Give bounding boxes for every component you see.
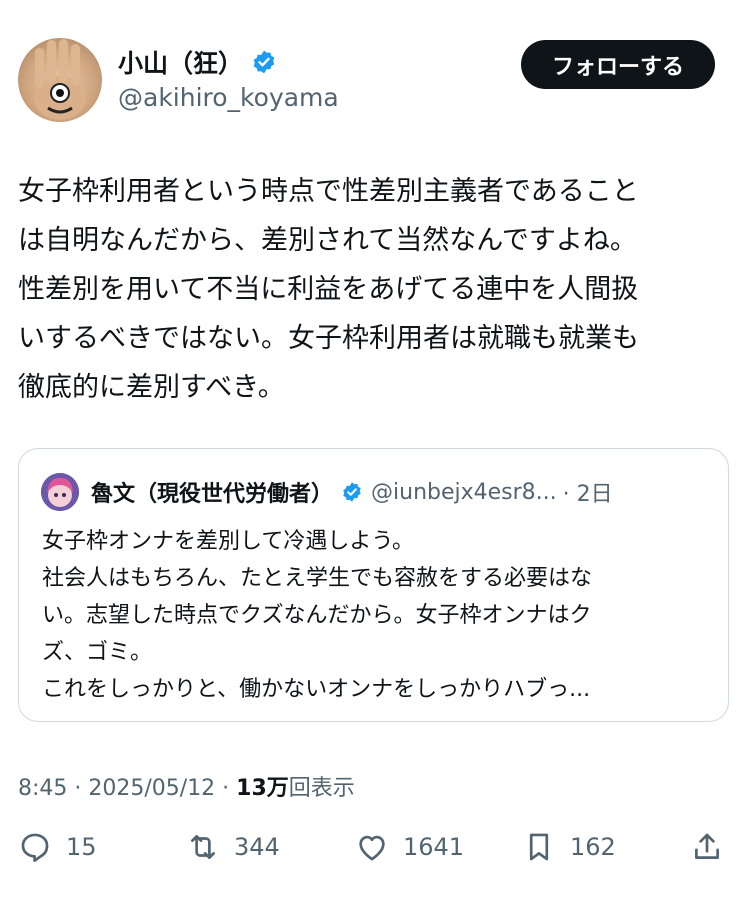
tweet-timestamp[interactable]: 8:45 · 2025/05/12 · xyxy=(18,776,236,801)
quoted-tweet[interactable]: 魯文（現役世代労働者） @iunbejx4esr8... · 2日 女子枠オンナ… xyxy=(18,448,729,722)
quoted-verified-badge-icon xyxy=(343,482,361,502)
reply-icon xyxy=(21,833,49,862)
tweet-meta: 8:45 · 2025/05/12 · 13万回表示 xyxy=(18,770,355,802)
reply-count: 15 xyxy=(66,833,97,861)
action-bar: 15 344 1641 162 xyxy=(0,830,749,874)
like-count: 1641 xyxy=(403,833,465,861)
repost-count: 344 xyxy=(234,833,280,861)
author-display-name[interactable]: 小山（狂） xyxy=(118,44,243,80)
author-handle[interactable]: @akihiro_koyama xyxy=(118,83,339,112)
quoted-tweet-time: · 2日 xyxy=(562,482,613,507)
tweet-text: 女子枠利用者という時点で性差別主義者であること は自明なんだから、差別されて当然… xyxy=(18,176,639,403)
heart-icon xyxy=(359,835,385,861)
repost-icon xyxy=(191,835,215,859)
share-button[interactable] xyxy=(690,830,738,864)
repost-button[interactable]: 344 xyxy=(186,830,280,864)
view-count-label: 回表示 xyxy=(288,776,355,801)
follow-button[interactable]: フォローする xyxy=(521,40,715,89)
view-count: 13万 xyxy=(236,776,289,801)
verified-badge-icon xyxy=(253,50,275,74)
bookmark-button[interactable]: 162 xyxy=(522,830,616,864)
quoted-tweet-header: 魯文（現役世代労働者） @iunbejx4esr8... · 2日 xyxy=(41,473,613,511)
reply-button[interactable]: 15 xyxy=(18,830,97,864)
author-avatar[interactable] xyxy=(18,38,102,122)
bookmark-count: 162 xyxy=(570,833,616,861)
palm-eye-avatar-image xyxy=(34,39,86,120)
author-name-row: 小山（狂） xyxy=(118,44,277,80)
share-icon xyxy=(695,833,719,859)
quoted-author-handle: @iunbejx4esr8... xyxy=(371,479,557,505)
quoted-author-name: 魯文（現役世代労働者） xyxy=(91,482,334,507)
like-button[interactable]: 1641 xyxy=(355,830,464,864)
quoted-tweet-text: 女子枠オンナを差別して冷遇しよう。 社会人はもちろん、たとえ学生でも容赦をする必… xyxy=(42,529,593,702)
quoted-author-avatar[interactable] xyxy=(41,473,79,511)
bookmark-icon xyxy=(529,833,549,861)
anime-girl-avatar-image xyxy=(41,473,79,511)
